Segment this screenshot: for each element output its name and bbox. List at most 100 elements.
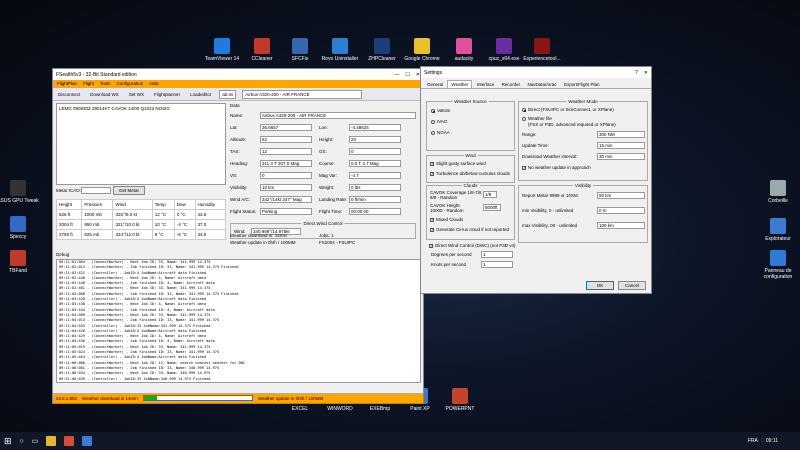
download-wx-button[interactable]: Download WX bbox=[88, 91, 121, 98]
cavok-height-input[interactable]: 5000ft bbox=[483, 204, 501, 211]
mode-file[interactable]: Weather file bbox=[522, 116, 552, 121]
tab-recorder[interactable]: Recorder bbox=[499, 81, 524, 88]
start-icon[interactable]: ⊞ bbox=[4, 436, 12, 447]
aircraft-select[interactable]: Airbus A320-200 - AIR FRANCE bbox=[242, 89, 363, 99]
disconnect-button[interactable]: Disconnect bbox=[56, 91, 82, 98]
flight-time-label: Flight Time: bbox=[319, 209, 343, 214]
table-row[interactable]: 2004 ft 950 mb 321°/10.0 kt 10 °C -4 °C … bbox=[55, 219, 227, 230]
set-wx-button[interactable]: Set WX bbox=[127, 91, 146, 98]
checkbox-checked bbox=[430, 171, 434, 176]
column-header: Temp bbox=[151, 199, 175, 210]
min-visibility-input[interactable]: 0 m bbox=[597, 207, 645, 214]
app-icon bbox=[770, 180, 786, 196]
tab-weather[interactable]: Weather bbox=[447, 80, 473, 88]
table-row[interactable]: 626 ft 1000 mb 326°/8.0 kt 12 °C 0 °C 43… bbox=[55, 209, 227, 220]
tab-interface[interactable]: Interface bbox=[474, 81, 498, 88]
table-cell: 37.0 bbox=[194, 219, 227, 230]
loadeditor-button[interactable]: Loadeditor bbox=[188, 91, 213, 98]
mixed-clouds-checkbox[interactable]: Mixed Clouds bbox=[430, 217, 463, 222]
table-cell: -6 °C bbox=[173, 229, 196, 240]
metar-icao-input[interactable] bbox=[81, 187, 111, 194]
profile-select[interactable]: ab.mi bbox=[219, 89, 237, 99]
desktop-icon[interactable]: Experiencetool... bbox=[520, 38, 564, 62]
table-cell: 626 ft bbox=[55, 209, 83, 220]
table-cell: 1000 mb bbox=[81, 209, 114, 220]
column-header: Dew bbox=[173, 199, 196, 210]
weather-source-group: Weather Source Vatsim IVAO NOAA bbox=[426, 99, 515, 151]
desktop-icon[interactable]: TeamViewer 14 bbox=[200, 38, 244, 62]
desktop-icon[interactable]: ASUS GPU Tweak bbox=[0, 180, 40, 204]
app-icon bbox=[770, 250, 786, 266]
app-taskbar-icon[interactable] bbox=[82, 436, 93, 446]
desktop-icon[interactable]: Speccy bbox=[0, 216, 40, 240]
desktop-icon[interactable]: SFCFix bbox=[278, 38, 322, 62]
tas-label: TAS: bbox=[230, 149, 240, 154]
no-update-approach-checkbox[interactable]: No weather update in approach bbox=[522, 165, 591, 170]
flightplanner-button[interactable]: Flightplanner bbox=[152, 91, 182, 98]
heading-field: 311.4 T 307.0 Mag bbox=[260, 160, 312, 167]
clock[interactable]: 09:11 bbox=[766, 438, 778, 444]
table-cell: 2004 ft bbox=[55, 219, 83, 230]
debug-heading: Debug bbox=[56, 252, 70, 257]
update-time-select[interactable]: 15 min bbox=[597, 142, 645, 149]
menu-flightplan[interactable]: FlightPlan bbox=[57, 81, 77, 87]
source-ivao[interactable]: IVAO bbox=[431, 119, 447, 124]
desktop-icon[interactable]: audacity bbox=[442, 38, 486, 62]
weather-mode-group: Weather Mode Direct (FSUIPC or SimConnec… bbox=[518, 99, 648, 181]
download-interval-select[interactable]: 30 min bbox=[597, 153, 645, 160]
desktop-icon[interactable]: ZHPCleaner bbox=[360, 38, 404, 62]
dwc-checkbox[interactable]: Direct Wind Control (DWC) (not P3D v4) bbox=[429, 243, 516, 248]
desktop-icon[interactable]: Explorateur bbox=[756, 218, 800, 242]
desktop-icon[interactable]: Revo Uninstaller bbox=[318, 38, 362, 62]
turbulence-checkbox[interactable]: Turbulence ab/below cumulus clouds bbox=[430, 171, 510, 176]
tab-navdata[interactable]: NavData/Airac bbox=[525, 81, 560, 88]
table-cell: 321°/10.0 kt bbox=[112, 219, 153, 230]
column-header: Pressure bbox=[81, 199, 114, 210]
desktop-icon[interactable]: Panneau de configuration bbox=[756, 250, 800, 280]
tab-general[interactable]: General bbox=[424, 81, 446, 88]
maximize-icon[interactable]: ☐ bbox=[405, 72, 409, 78]
tab-export[interactable]: Export/Flight Plan bbox=[561, 81, 603, 88]
gusty-wind-checkbox[interactable]: Slight gusty surface wind bbox=[430, 161, 486, 166]
mode-direct[interactable]: Direct (FSUIPC or SimConnect, or XPlane) bbox=[522, 107, 614, 112]
language-indicator[interactable]: FRA bbox=[748, 438, 758, 444]
menu-help[interactable]: Help bbox=[149, 81, 158, 87]
cirrus-checkbox[interactable]: Generate Cirrus cloud if not reported bbox=[430, 227, 509, 232]
source-noaa[interactable]: NOAA bbox=[431, 130, 450, 135]
metar-text: LEMG 090830Z 29014KT CAVOK 14/00 Q1023 N… bbox=[59, 106, 170, 111]
range-select[interactable]: 300 NM bbox=[597, 131, 645, 138]
menu-tools[interactable]: Tools bbox=[100, 81, 111, 87]
explorer-taskbar-icon[interactable] bbox=[46, 436, 57, 446]
ok-button[interactable]: OK bbox=[586, 281, 614, 290]
mode-file-note: (FSX or P3D, advanced required or XPlane… bbox=[528, 122, 616, 127]
menu-configuration[interactable]: Configuration bbox=[117, 81, 144, 87]
menu-flight[interactable]: Flight bbox=[83, 81, 94, 87]
weight-label: Weight: bbox=[319, 185, 335, 190]
knots-per-second-input[interactable]: 1 bbox=[481, 261, 513, 268]
settings-close-icon[interactable]: ✕ bbox=[644, 70, 648, 76]
app-icon bbox=[292, 38, 308, 54]
cavok-coverage-select[interactable]: 1/8 bbox=[483, 191, 497, 198]
get-metar-button[interactable]: Get Metar bbox=[113, 186, 145, 195]
report-metar-input[interactable]: 50 km bbox=[597, 192, 645, 199]
search-icon[interactable]: ○ bbox=[20, 438, 24, 445]
radio-checked bbox=[522, 107, 526, 112]
minimize-icon[interactable]: — bbox=[394, 72, 399, 78]
table-cell: 326°/8.0 kt bbox=[112, 209, 153, 220]
chrome-taskbar-icon[interactable] bbox=[64, 436, 75, 446]
desktop-icon[interactable]: Google Chrome bbox=[400, 38, 444, 62]
desktop-icon[interactable]: POWERPNT bbox=[438, 388, 482, 412]
cancel-button[interactable]: Cancel bbox=[618, 281, 646, 290]
heading-label: Heading: bbox=[230, 161, 249, 166]
weather-app-window: FSealth5v3 - 32-Bit Standard edition — ☐… bbox=[52, 68, 424, 404]
source-vatsim[interactable]: Vatsim bbox=[431, 108, 450, 113]
max-visibility-input[interactable]: 100 km bbox=[597, 222, 645, 229]
help-icon[interactable]: ? bbox=[635, 70, 638, 76]
landing-rate-field: 0 ft/min bbox=[349, 196, 401, 203]
task-view-icon[interactable]: ▭ bbox=[32, 437, 39, 445]
desktop-icon[interactable]: TBFand bbox=[0, 250, 40, 274]
table-row[interactable]: 2759 ft 925 mb 324°/12.0 kt 9 °C -6 °C 3… bbox=[55, 229, 227, 240]
degrees-per-second-input[interactable]: 1 bbox=[481, 251, 513, 258]
desktop-icon[interactable]: Corbeille bbox=[756, 180, 800, 204]
app-title: FSealth5v3 - 32-Bit Standard edition bbox=[56, 71, 137, 78]
